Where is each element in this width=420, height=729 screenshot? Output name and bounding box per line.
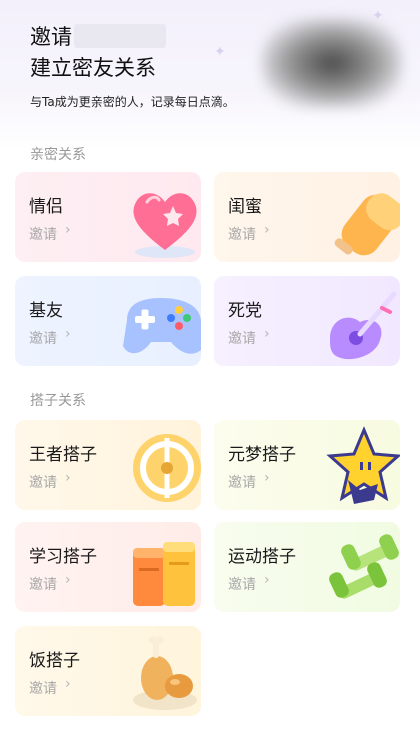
- card-buddy[interactable]: 死党 邀请 ›: [214, 276, 400, 366]
- books-icon: [133, 542, 195, 606]
- invite-label: 邀请: [228, 475, 256, 491]
- chicken-leg-icon: [133, 636, 197, 710]
- chevron-right-icon: ›: [264, 326, 270, 342]
- invite-label: 邀请: [29, 331, 57, 347]
- popsicle-icon: [334, 193, 400, 256]
- invite-label: 邀请: [29, 475, 57, 491]
- invite-label: 邀请: [228, 331, 256, 347]
- card-study-partner[interactable]: 学习搭子 邀请 ›: [15, 522, 201, 612]
- card-title: 运动搭子: [228, 547, 296, 567]
- blurred-username: [74, 24, 166, 48]
- invite-label: 邀请: [29, 227, 57, 243]
- card-title: 死党: [228, 301, 262, 321]
- invite-label: 邀请: [228, 227, 256, 243]
- gamepad-icon: [123, 298, 201, 354]
- card-dream-partner[interactable]: 元梦搭子 邀请 ›: [214, 420, 400, 510]
- card-title: 学习搭子: [29, 547, 97, 567]
- card-title: 闺蜜: [228, 197, 262, 217]
- star-character-icon: [326, 426, 400, 504]
- card-title: 情侣: [29, 197, 63, 217]
- card-meal-partner[interactable]: 饭搭子 邀请 ›: [15, 626, 201, 716]
- chevron-right-icon: ›: [65, 470, 71, 486]
- blurred-avatar: [262, 18, 402, 108]
- chevron-right-icon: ›: [264, 572, 270, 588]
- chevron-right-icon: ›: [65, 326, 71, 342]
- dumbbell-icon: [329, 534, 399, 599]
- heart-icon: [133, 193, 197, 258]
- card-sports-partner[interactable]: 运动搭子 邀请 ›: [214, 522, 400, 612]
- page-subtitle: 与Ta成为更亲密的人，记录每日点滴。: [30, 95, 235, 109]
- card-bro[interactable]: 基友 邀请 ›: [15, 276, 201, 366]
- title-invite-text: 邀请: [30, 25, 72, 49]
- card-title: 王者搭子: [29, 445, 97, 465]
- guitar-icon: [330, 291, 397, 360]
- page-title: 邀请 建立密友关系: [30, 22, 166, 84]
- star-decoration-icon: ✦: [214, 44, 226, 60]
- target-icon: [133, 434, 201, 502]
- chevron-right-icon: ›: [264, 470, 270, 486]
- card-title: 基友: [29, 301, 63, 321]
- chevron-right-icon: ›: [65, 572, 71, 588]
- section-title-intimate: 亲密关系: [30, 147, 86, 163]
- chevron-right-icon: ›: [264, 222, 270, 238]
- card-title: 元梦搭子: [228, 445, 296, 465]
- section-title-partner: 搭子关系: [30, 393, 86, 409]
- chevron-right-icon: ›: [65, 222, 71, 238]
- card-title: 饭搭子: [29, 651, 80, 671]
- invite-label: 邀请: [228, 577, 256, 593]
- card-honor-of-kings-partner[interactable]: 王者搭子 邀请 ›: [15, 420, 201, 510]
- title-relation-text: 建立密友关系: [30, 56, 156, 80]
- invite-label: 邀请: [29, 681, 57, 697]
- chevron-right-icon: ›: [65, 676, 71, 692]
- invite-label: 邀请: [29, 577, 57, 593]
- card-couple[interactable]: 情侣 邀请 ›: [15, 172, 201, 262]
- card-bestie[interactable]: 闺蜜 邀请 ›: [214, 172, 400, 262]
